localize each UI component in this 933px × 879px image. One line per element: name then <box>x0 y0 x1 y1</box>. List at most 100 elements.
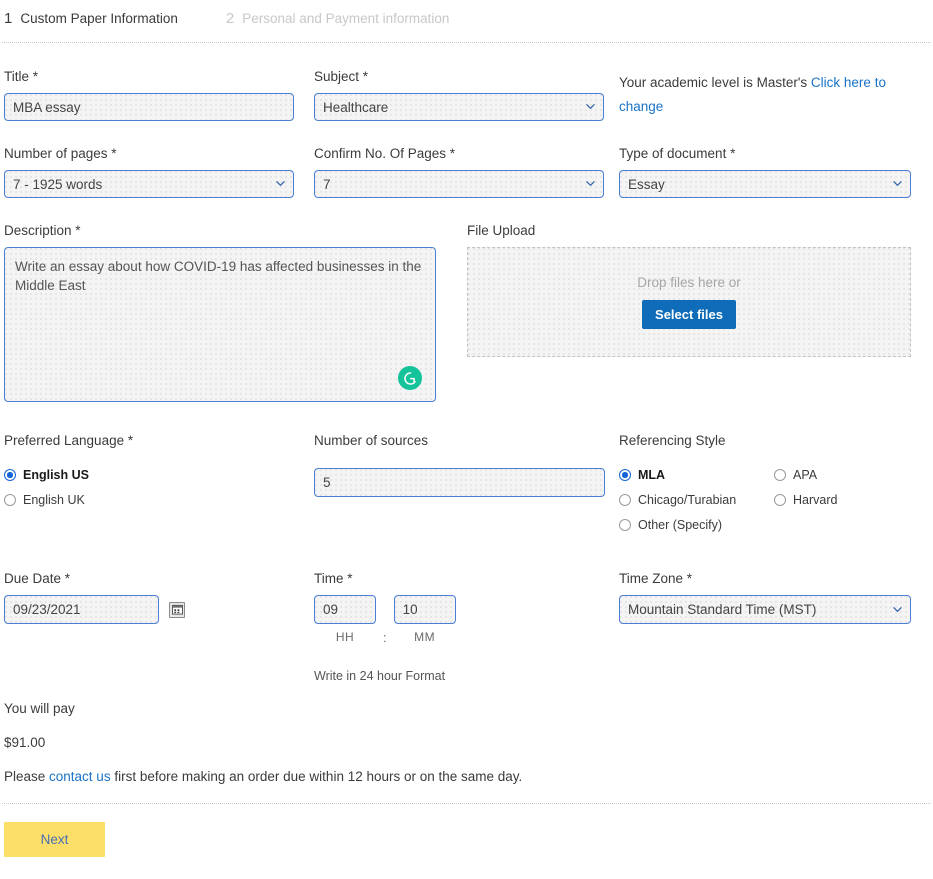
pay-label: You will pay <box>4 701 75 716</box>
step-1-label: Custom Paper Information <box>20 11 178 26</box>
field-time: Time * HH : MM Write in 24 hour Format <box>314 571 619 683</box>
field-description: Description * Write an essay about how C… <box>4 223 467 405</box>
referencing-option-label: Harvard <box>793 493 838 507</box>
step-2-label: Personal and Payment information <box>242 11 450 26</box>
form-row-pages: Number of pages * Confirm No. Of Pages *… <box>4 146 929 198</box>
radio-referencing-other[interactable]: Other (Specify) <box>619 518 774 532</box>
minutes-input[interactable] <box>393 595 456 624</box>
minutes-sublabel: MM <box>414 630 436 644</box>
timezone-select-wrap <box>619 595 911 624</box>
referencing-label: Referencing Style <box>619 433 726 448</box>
hours-sublabel: HH <box>335 630 355 644</box>
description-textarea[interactable]: Write an essay about how COVID-19 has af… <box>4 247 436 402</box>
doc-type-label: Type of document * <box>619 146 736 161</box>
notice-text-before: Please <box>4 769 50 784</box>
confirm-pages-select[interactable] <box>314 170 604 198</box>
field-timezone: Time Zone * <box>619 571 919 683</box>
academic-level-text: Your academic level is Master's Click he… <box>619 71 909 119</box>
title-input[interactable] <box>4 93 294 121</box>
header-divider <box>2 42 931 43</box>
form-row-description: Description * Write an essay about how C… <box>4 223 929 405</box>
language-option-label: English US <box>23 468 89 482</box>
form-row-options: Preferred Language * English US English … <box>4 433 929 543</box>
form-row-title: Title * Subject * Your academic level is… <box>4 69 929 121</box>
confirm-pages-select-wrap <box>314 170 604 198</box>
field-subject: Subject * <box>314 69 619 121</box>
timezone-label: Time Zone * <box>619 571 693 586</box>
next-button[interactable]: Next <box>4 822 105 857</box>
doc-type-select[interactable] <box>619 170 911 198</box>
radio-referencing-chicago[interactable]: Chicago/Turabian <box>619 493 774 507</box>
radio-language-english-uk[interactable]: English UK <box>4 493 314 507</box>
select-files-button[interactable]: Select files <box>642 300 736 329</box>
drop-files-text: Drop files here or <box>637 275 741 290</box>
file-upload-label: File Upload <box>467 223 536 238</box>
radio-referencing-apa[interactable]: APA <box>774 468 914 482</box>
footer-actions: Next <box>0 804 933 857</box>
subject-select-wrap <box>314 93 604 121</box>
step-1-number: 1 <box>4 10 13 27</box>
radio-icon <box>774 469 786 481</box>
radio-language-english-us[interactable]: English US <box>4 468 314 482</box>
subject-select[interactable] <box>314 93 604 121</box>
description-label: Description * <box>4 223 81 238</box>
radio-icon <box>619 519 631 531</box>
minutes-box: MM <box>393 595 456 644</box>
sources-label: Number of sources <box>314 433 429 448</box>
field-title: Title * <box>4 69 314 121</box>
field-referencing-style: Referencing Style MLA APA Chicago/Turabi… <box>619 433 919 543</box>
academic-level-prefix: Your academic level is Master's <box>619 75 808 90</box>
time-inputs: HH : MM <box>314 595 619 645</box>
referencing-option-label: MLA <box>638 468 666 482</box>
radio-icon-selected <box>4 469 16 481</box>
pages-label: Number of pages * <box>4 146 117 161</box>
pages-select[interactable] <box>4 170 294 198</box>
form-row-schedule: Due Date * Time * <box>4 571 929 683</box>
time-separator: : <box>383 630 387 645</box>
step-item-2[interactable]: 2 Personal and Payment information <box>226 10 449 27</box>
radio-icon-selected <box>619 469 631 481</box>
grammarly-icon[interactable] <box>398 366 422 390</box>
subject-label: Subject * <box>314 69 369 84</box>
radio-icon <box>619 494 631 506</box>
pay-amount: $91.00 <box>4 735 46 750</box>
academic-level-notice: Your academic level is Master's Click he… <box>619 69 919 121</box>
order-notice: Please contact us first before making an… <box>4 769 929 784</box>
time-format-hint: Write in 24 hour Format <box>314 669 446 683</box>
order-form: Title * Subject * Your academic level is… <box>0 69 933 683</box>
step-2-number: 2 <box>225 10 235 27</box>
contact-us-link[interactable]: contact us <box>49 769 111 784</box>
radio-referencing-mla[interactable]: MLA <box>619 468 774 482</box>
radio-icon <box>774 494 786 506</box>
timezone-select[interactable] <box>619 595 911 624</box>
field-number-of-pages: Number of pages * <box>4 146 314 198</box>
step-indicator: 1 Custom Paper Information 2 Personal an… <box>0 0 933 32</box>
referencing-option-label: Other (Specify) <box>638 518 723 532</box>
language-option-label: English UK <box>23 493 85 507</box>
step-item-1[interactable]: 1 Custom Paper Information <box>4 10 178 27</box>
order-summary: You will pay $91.00 Please contact us fi… <box>0 701 933 784</box>
file-dropzone[interactable]: Drop files here or Select files <box>467 247 911 357</box>
title-label: Title * <box>4 69 39 84</box>
field-document-type: Type of document * <box>619 146 919 198</box>
doc-type-select-wrap <box>619 170 911 198</box>
field-due-date: Due Date * <box>4 571 314 683</box>
referencing-option-label: Chicago/Turabian <box>638 493 737 507</box>
hours-box: HH <box>314 595 376 644</box>
sources-input[interactable] <box>314 468 605 497</box>
radio-referencing-harvard[interactable]: Harvard <box>774 493 914 507</box>
referencing-options: MLA APA Chicago/Turabian Harvard Other (… <box>619 468 919 543</box>
due-date-input[interactable] <box>4 595 159 624</box>
notice-text-after: first before making an order due within … <box>110 769 523 784</box>
field-number-of-sources: Number of sources <box>314 433 619 543</box>
calendar-icon[interactable] <box>169 601 185 618</box>
language-label: Preferred Language * <box>4 433 134 448</box>
due-date-wrap <box>4 595 314 624</box>
pages-select-wrap <box>4 170 294 198</box>
radio-icon <box>4 494 16 506</box>
hours-input[interactable] <box>314 595 376 624</box>
field-confirm-pages: Confirm No. Of Pages * <box>314 146 619 198</box>
referencing-option-label: APA <box>793 468 818 482</box>
field-file-upload: File Upload Drop files here or Select fi… <box>467 223 917 405</box>
due-date-label: Due Date * <box>4 571 71 586</box>
